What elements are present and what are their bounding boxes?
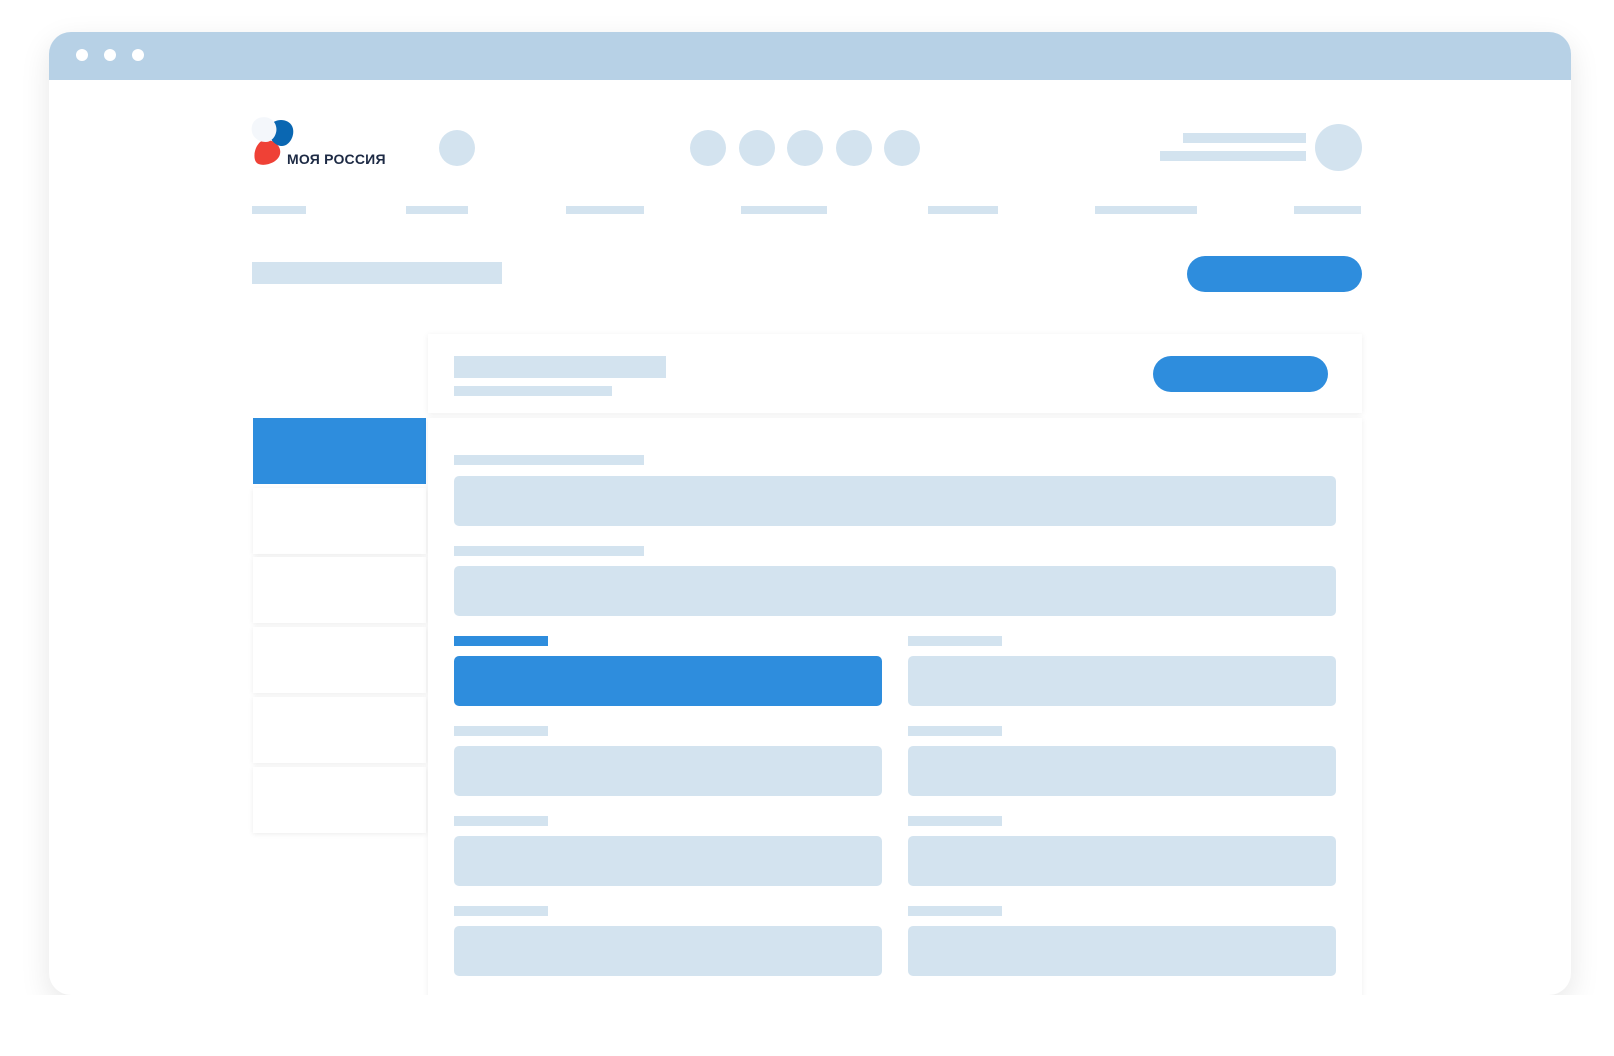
field-label-right-4 [908, 906, 1002, 916]
field-label-active [454, 636, 548, 646]
nav-link-6[interactable] [1095, 206, 1197, 214]
nav-link-7[interactable] [1294, 206, 1361, 214]
text-input-right-3[interactable] [908, 836, 1336, 886]
sidebar-item-active[interactable] [253, 418, 426, 484]
header-nav-icon-2[interactable] [739, 130, 775, 166]
logo-text: МОЯ РОССИЯ [287, 151, 386, 167]
text-input-active[interactable] [454, 656, 882, 706]
sidebar-item-3[interactable] [253, 557, 426, 623]
text-input-left-3[interactable] [454, 836, 882, 886]
text-input-right-2[interactable] [908, 746, 1336, 796]
primary-action-button[interactable] [1187, 256, 1362, 292]
header-nav-icon-3[interactable] [787, 130, 823, 166]
sidebar-item-6[interactable] [253, 767, 426, 833]
header-icon-button[interactable] [439, 130, 475, 166]
field-label-right-2 [908, 726, 1002, 736]
text-input-left-4[interactable] [454, 926, 882, 976]
field-label-1 [454, 455, 644, 465]
form-header-button[interactable] [1153, 356, 1328, 392]
header-nav-icon-4[interactable] [836, 130, 872, 166]
user-avatar[interactable] [1315, 124, 1362, 171]
field-label-right-3 [908, 816, 1002, 826]
text-input-left-2[interactable] [454, 746, 882, 796]
window-titlebar [49, 32, 1571, 80]
window-dot-1[interactable] [76, 49, 88, 61]
window-dot-3[interactable] [132, 49, 144, 61]
sidebar-item-4[interactable] [253, 627, 426, 693]
nav-link-3[interactable] [566, 206, 644, 214]
field-label-2 [454, 546, 644, 556]
header-nav-icon-1[interactable] [690, 130, 726, 166]
text-input-2[interactable] [454, 566, 1336, 616]
form-title-placeholder [454, 356, 666, 378]
field-label-left-4 [454, 906, 548, 916]
page-bottom-margin [0, 995, 1614, 1056]
text-input-right-1[interactable] [908, 656, 1336, 706]
user-name-placeholder [1183, 133, 1306, 143]
window-dot-2[interactable] [104, 49, 116, 61]
page-title-placeholder [252, 262, 502, 284]
nav-link-1[interactable] [252, 206, 306, 214]
sidebar-item-2[interactable] [253, 488, 426, 554]
field-label-left-2 [454, 726, 548, 736]
sidebar-item-5[interactable] [253, 697, 426, 763]
form-subtitle-placeholder [454, 386, 612, 396]
user-info-placeholder [1160, 151, 1306, 161]
nav-link-4[interactable] [741, 206, 827, 214]
field-label-right-1 [908, 636, 1002, 646]
nav-link-5[interactable] [928, 206, 998, 214]
text-input-1[interactable] [454, 476, 1336, 526]
nav-link-2[interactable] [406, 206, 468, 214]
header-nav-icon-5[interactable] [884, 130, 920, 166]
field-label-left-3 [454, 816, 548, 826]
text-input-right-4[interactable] [908, 926, 1336, 976]
